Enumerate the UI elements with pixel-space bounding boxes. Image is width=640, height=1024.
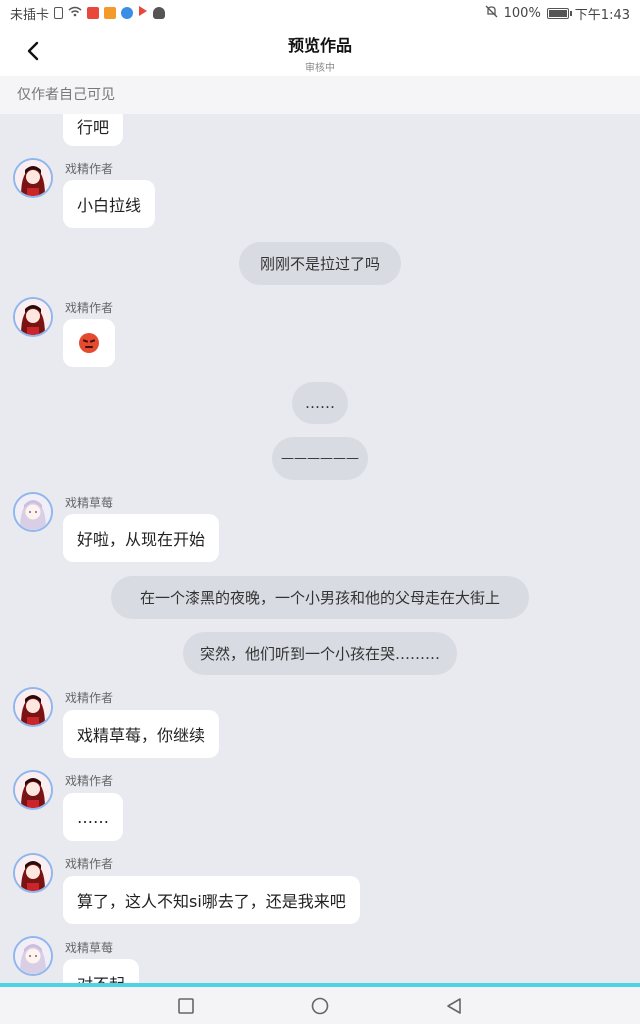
triangle-back-icon [447,997,461,1014]
message-text: 好啦，从现在开始 [77,530,206,549]
sender-name: 戏精作者 [65,162,114,176]
narration-bubble: 突然，他们听到一个小孩在哭……… [183,632,457,675]
sender-name: 戏精作者 [65,857,114,871]
home-button[interactable] [307,993,333,1019]
app-icon-red [87,7,100,19]
visibility-notice: 仅作者自己可见 [0,76,640,114]
carrier-text: 未插卡 [10,7,50,23]
chat-list[interactable]: 行吧 戏精作者 小白拉线 刚刚不是拉过了吗 戏精作者 …… —————— 戏精草… [0,114,640,983]
message-bubble: 戏精草莓，你继续 [63,710,220,758]
narration-bubble: 在一个漆黑的夜晚，一个小男孩和他的父母走在大街上 [111,576,529,619]
message-bubble [63,319,115,367]
message-bubble: 好啦，从现在开始 [63,514,220,562]
message-text: 行吧 [77,118,110,137]
avatar[interactable] [13,492,53,532]
clock: 下午1:43 [574,7,630,23]
sender-name: 戏精草莓 [65,941,114,955]
angry-face-icon [79,333,99,353]
sender-name: 戏精作者 [65,691,114,705]
narration-text: —————— [281,451,359,466]
narration-bubble: 刚刚不是拉过了吗 [239,242,401,285]
status-left: 未插卡 [10,4,166,23]
review-status: 审核中 [305,63,335,74]
sender-name: 戏精作者 [65,774,114,788]
battery-percent: 100% [503,5,541,21]
mute-icon [485,5,498,22]
avatar[interactable] [13,158,53,198]
message-text: 戏精草莓，你继续 [77,726,206,745]
narration-text: …… [305,394,335,412]
wifi-icon [68,6,82,21]
sim-icon [54,7,64,19]
app-icon-orange [104,7,117,19]
message-bubble: 行吧 [63,114,124,146]
message-text: 算了，这人不知si哪去了，还是我来吧 [77,892,346,911]
narration-text: 突然，他们听到一个小孩在哭……… [199,645,440,663]
battery-icon [546,7,572,19]
qq-icon [153,7,166,19]
sender-name: 戏精作者 [65,301,114,315]
status-bar: 未插卡 100% 下午1:43 [0,0,640,26]
square-icon [178,997,194,1014]
title-bar: 预览作品 审核中 [0,26,640,76]
avatar[interactable] [13,687,53,727]
play-icon [138,5,148,21]
message-text: 对不起 [77,971,125,983]
narration-text: 在一个漆黑的夜晚，一个小男孩和他的父母走在大街上 [139,589,500,607]
avatar[interactable] [13,770,53,810]
recent-apps-button[interactable] [173,993,199,1019]
message-bubble: 算了，这人不知si哪去了，还是我来吧 [63,876,360,924]
sender-name: 戏精草莓 [65,496,114,510]
avatar[interactable] [13,297,53,337]
system-nav-bar [0,983,640,1024]
message-bubble: 对不起 [63,959,140,983]
avatar[interactable] [13,936,53,976]
narration-bubble: —————— [272,437,368,480]
circle-icon [311,997,329,1014]
back-nav-button[interactable] [441,993,467,1019]
status-right: 100% 下午1:43 [485,4,630,23]
message-bubble: 小白拉线 [63,180,156,228]
title-group: 预览作品 审核中 [0,32,640,74]
message-text: …… [77,807,109,827]
message-bubble: …… [63,793,123,841]
message-text: 小白拉线 [77,196,142,215]
narration-bubble: …… [292,382,348,424]
page-title: 预览作品 [287,36,352,55]
avatar[interactable] [13,853,53,893]
narration-text: 刚刚不是拉过了吗 [259,255,380,273]
app-icon-blue [121,7,134,19]
